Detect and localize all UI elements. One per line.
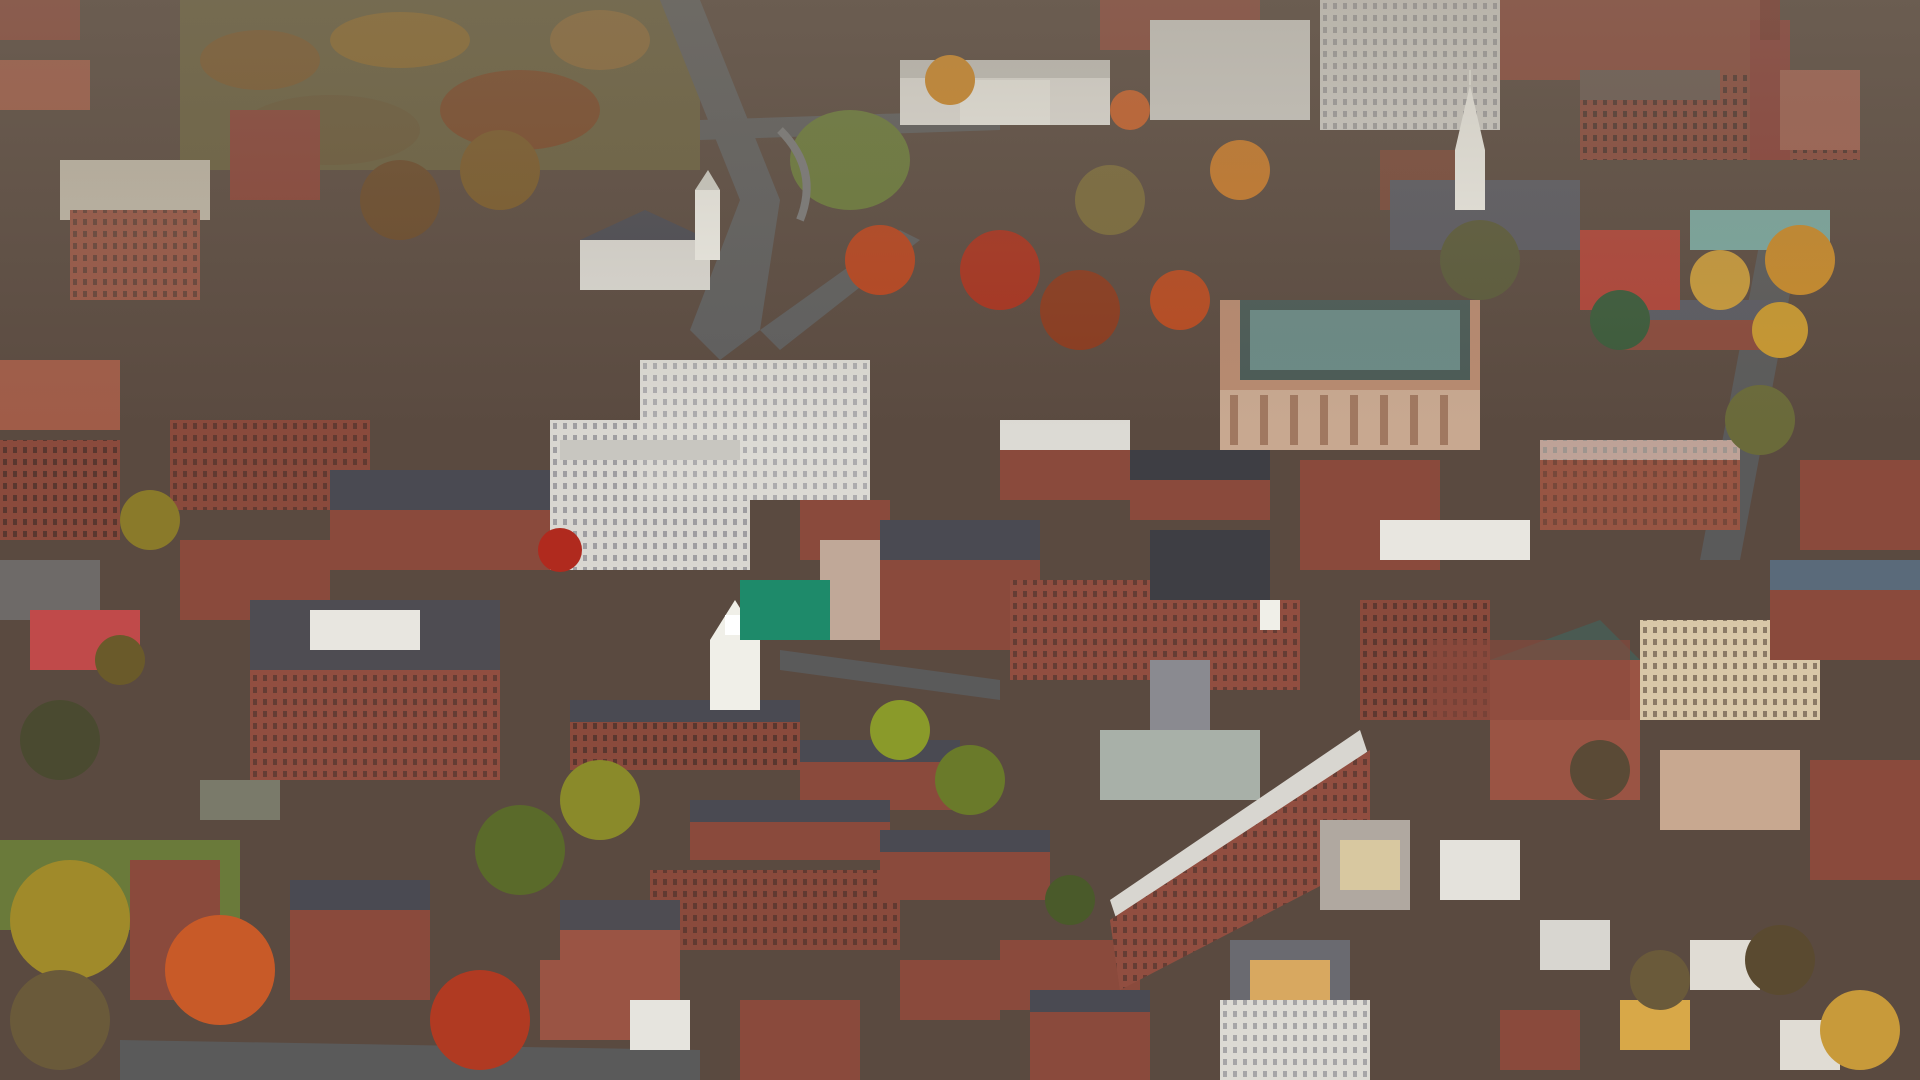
haze-overlay bbox=[0, 0, 1920, 1080]
aerial-campus-photo bbox=[0, 0, 1920, 1080]
